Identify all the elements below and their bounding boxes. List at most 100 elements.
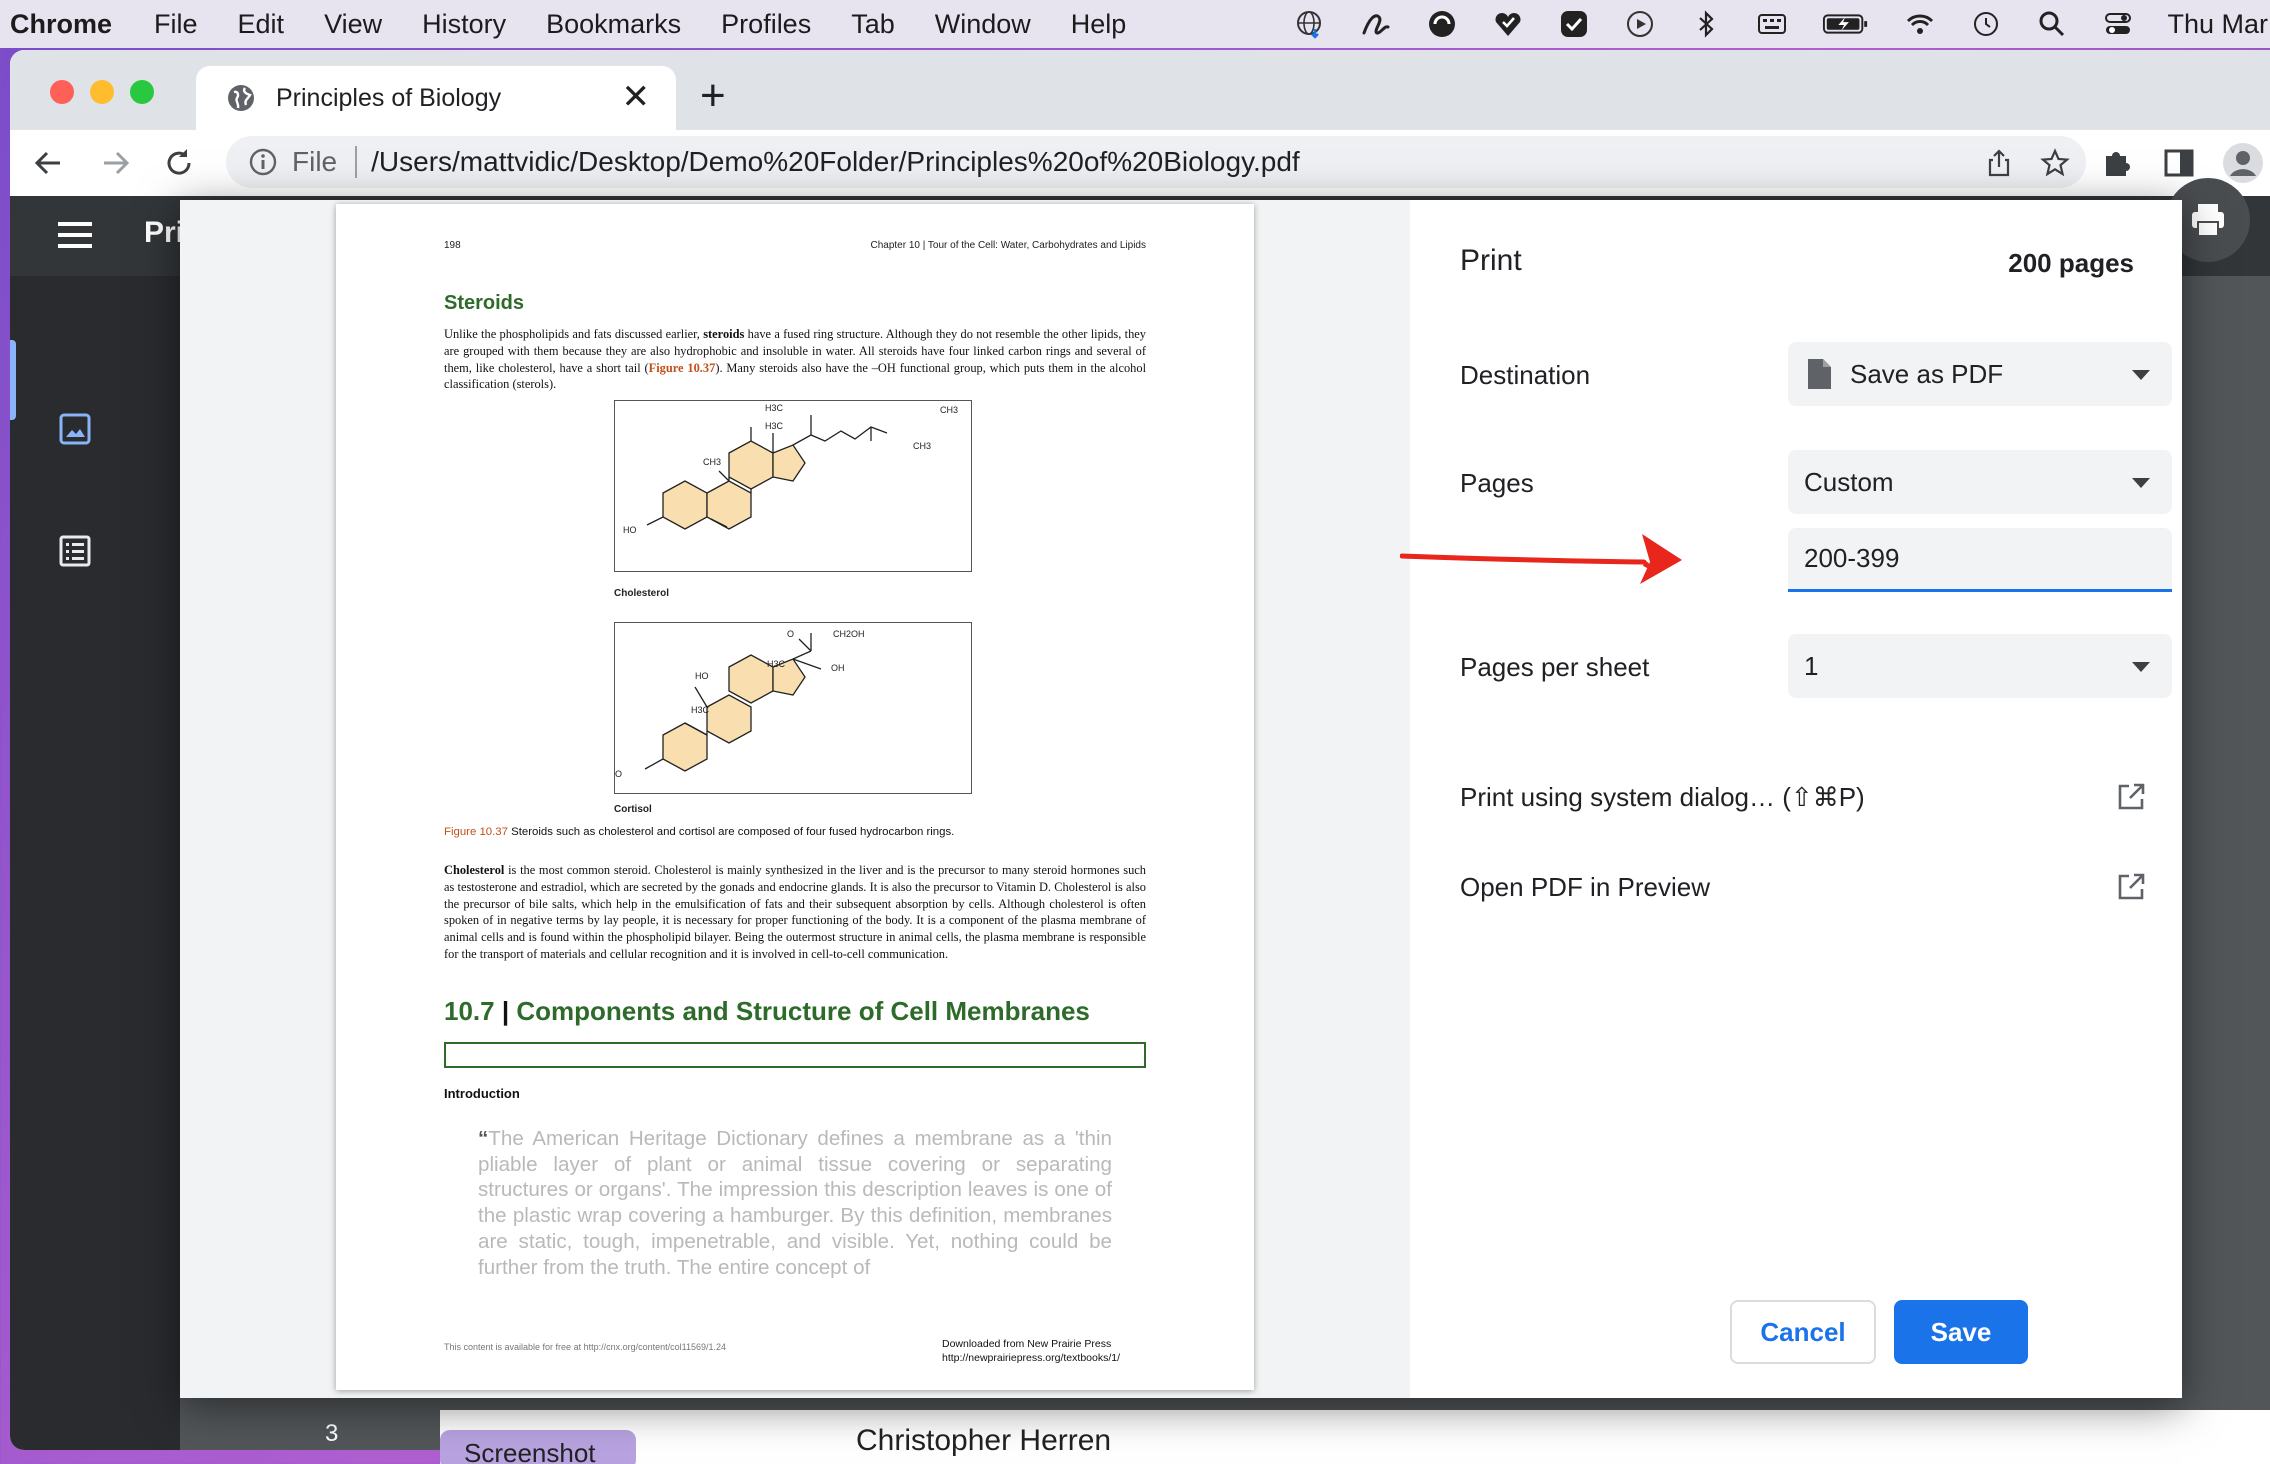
profile-avatar-icon[interactable] [2222, 142, 2264, 184]
intro-quote: “The American Heritage Dictionary define… [478, 1127, 1112, 1279]
menubar-clock[interactable]: Thu Mar [2167, 9, 2268, 40]
signature-app-icon[interactable] [1359, 7, 1393, 41]
chem-label: CH3 [703, 457, 722, 467]
paragraph-cholesterol: Cholesterol is the most common steroid. … [444, 863, 1146, 961]
browser-toolbar: File /Users/mattvidic/Desktop/Demo%20Fol… [10, 130, 2270, 196]
battery-icon[interactable] [1821, 7, 1871, 41]
page-number-label: 198 [444, 240, 461, 251]
destination-label: Destination [1460, 360, 1591, 390]
figure-caption: Figure 10.37 Steroids such as cholestero… [444, 826, 955, 838]
pages-label: Pages [1460, 468, 1534, 498]
keyboard-input-icon[interactable] [1755, 7, 1789, 41]
chem-label: H3C [767, 659, 786, 669]
running-header: Chapter 10 | Tour of the Cell: Water, Ca… [870, 240, 1146, 251]
pages-per-sheet-value: 1 [1804, 650, 1819, 681]
menu-bookmarks[interactable]: Bookmarks [546, 9, 681, 40]
open-external-icon[interactable] [2116, 782, 2146, 812]
address-bar[interactable]: File /Users/mattvidic/Desktop/Demo%20Fol… [226, 136, 2086, 188]
outline-view-icon[interactable] [58, 534, 92, 568]
menu-edit[interactable]: Edit [238, 9, 285, 40]
chem-label: H3C [765, 403, 784, 413]
tab-close-icon[interactable]: ✕ [622, 80, 651, 114]
chevron-down-icon [2132, 478, 2150, 488]
app-circle-icon[interactable] [1425, 7, 1459, 41]
menu-window[interactable]: Window [935, 9, 1031, 40]
menu-file[interactable]: File [154, 9, 198, 40]
chem-label: CH3 [913, 441, 932, 451]
checkbox-app-icon[interactable] [1557, 7, 1591, 41]
forward-arrow-icon[interactable] [96, 144, 134, 182]
paragraph-steroids: Unlike the phospholipids and fats discus… [444, 327, 1147, 392]
cholesterol-caption: Cholesterol [614, 588, 670, 599]
print-dialog: 198 Chapter 10 | Tour of the Cell: Water… [180, 200, 2182, 1398]
heart-check-icon[interactable] [1491, 7, 1525, 41]
window-minimize-button[interactable] [90, 80, 114, 104]
underlying-text: Christopher Herren [856, 1424, 1112, 1457]
pages-value: Custom [1804, 466, 1894, 497]
tab-title: Principles of Biology [276, 83, 502, 112]
section-heading: Steroids [444, 292, 525, 314]
share-icon[interactable] [1984, 148, 2014, 178]
underlying-page-strip [440, 1410, 2270, 1464]
thumbnail-view-icon[interactable] [58, 412, 92, 446]
cancel-button[interactable]: Cancel [1730, 1300, 1876, 1364]
printer-icon [2192, 204, 2224, 237]
menu-history[interactable]: History [422, 9, 506, 40]
pages-per-sheet-label: Pages per sheet [1460, 652, 1650, 682]
cortisol-figure: O CH2OH H3C OH HO H3C O [614, 622, 972, 794]
open-preview-link[interactable]: Open PDF in Preview [1460, 872, 1710, 903]
document-icon [1808, 359, 1831, 389]
pdf-document-title: Pri [144, 216, 185, 249]
control-center-icon[interactable] [2101, 7, 2135, 41]
globe-icon [228, 85, 254, 111]
menu-app-chrome[interactable]: Chrome [10, 9, 112, 40]
wifi-icon[interactable] [1903, 7, 1937, 41]
spotlight-search-icon[interactable] [2035, 7, 2069, 41]
footer-source: This content is available for free at ht… [444, 1342, 727, 1352]
open-external-icon[interactable] [2116, 872, 2146, 902]
side-panel-icon[interactable] [2162, 146, 2196, 180]
destination-select[interactable]: Save as PDF [1788, 342, 2172, 406]
browser-tab[interactable]: Principles of Biology ✕ [196, 66, 676, 130]
back-arrow-icon[interactable] [30, 144, 68, 182]
cholesterol-figure: H3C CH3 H3C CH3 CH3 HO [614, 400, 972, 572]
globe-download-icon[interactable] [1293, 7, 1327, 41]
chem-label: O [787, 629, 795, 639]
menu-tab[interactable]: Tab [851, 9, 895, 40]
window-close-button[interactable] [50, 80, 74, 104]
url-scheme-label: File [292, 146, 338, 177]
pdf-sidebar [10, 276, 180, 1450]
pages-per-sheet-select[interactable]: 1 [1788, 634, 2172, 698]
pages-select[interactable]: Custom [1788, 450, 2172, 514]
new-tab-button[interactable]: + [700, 74, 726, 118]
bluetooth-icon[interactable] [1689, 7, 1723, 41]
url-text[interactable]: /Users/mattvidic/Desktop/Demo%20Folder/P… [371, 146, 1300, 178]
macos-menu-bar: Chrome File Edit View History Bookmarks … [0, 0, 2270, 48]
time-machine-icon[interactable] [1969, 7, 2003, 41]
menu-view[interactable]: View [324, 9, 382, 40]
chapter-heading: 10.7 | Components and Structure of Cell … [444, 996, 1090, 1026]
play-circle-icon[interactable] [1623, 7, 1657, 41]
chem-label: HO [695, 671, 709, 681]
menu-help[interactable]: Help [1071, 9, 1127, 40]
chevron-down-icon [2132, 370, 2150, 380]
footer-url: http://newprairiepress.org/textbooks/1/ [942, 1352, 1121, 1364]
menu-profiles[interactable]: Profiles [721, 9, 811, 40]
custom-pages-input[interactable] [1788, 528, 2172, 592]
footer-downloaded: Downloaded from New Prairie Press [942, 1338, 1112, 1350]
screenshot-label[interactable]: Screenshot [440, 1430, 636, 1464]
chevron-down-icon [2132, 662, 2150, 672]
chem-label: CH2OH [833, 629, 865, 639]
print-title: Print [1460, 244, 1522, 277]
save-button[interactable]: Save [1894, 1300, 2028, 1364]
extensions-puzzle-icon[interactable] [2100, 146, 2134, 180]
site-info-icon[interactable] [248, 147, 278, 177]
system-dialog-link[interactable]: Print using system dialog… (⇧⌘P) [1460, 782, 1865, 813]
heading-rule-box [444, 1042, 1146, 1068]
window-maximize-button[interactable] [130, 80, 154, 104]
bookmark-star-icon[interactable] [2040, 148, 2070, 178]
page-count: 200 pages [2008, 248, 2134, 278]
introduction-label: Introduction [444, 1086, 520, 1101]
hamburger-menu-icon[interactable] [58, 220, 92, 250]
reload-icon[interactable] [160, 144, 198, 182]
